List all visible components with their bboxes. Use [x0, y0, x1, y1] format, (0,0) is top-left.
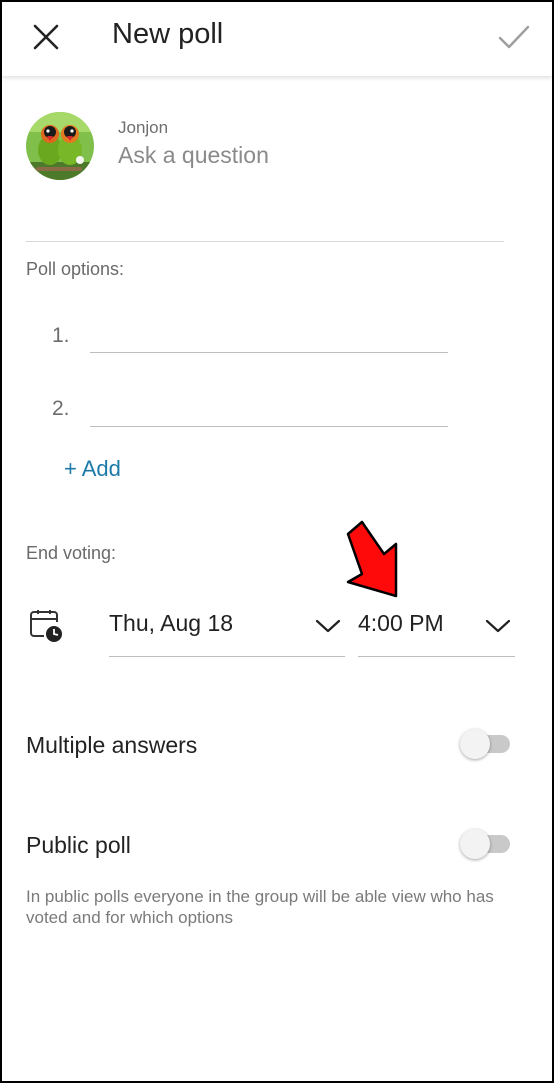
multiple-answers-toggle[interactable]	[460, 729, 512, 759]
public-poll-help-text: In public polls everyone in the group wi…	[26, 887, 494, 927]
annotation-arrow-icon	[346, 520, 398, 598]
screen: New poll Jonjon Poll options: 1. 2. + Ad…	[0, 0, 554, 1083]
avatar	[26, 112, 94, 180]
option-1-input[interactable]	[90, 322, 448, 353]
end-time-value: 4:00 PM	[358, 610, 444, 636]
toggle-thumb	[460, 729, 490, 759]
end-voting-label: End voting:	[26, 543, 117, 563]
end-time-dropdown[interactable]: 4:00 PM	[358, 600, 515, 657]
public-poll-label: Public poll	[26, 832, 131, 858]
end-date-value: Thu, Aug 18	[109, 610, 234, 636]
add-option-button[interactable]: + Add	[64, 456, 121, 482]
end-date-dropdown[interactable]: Thu, Aug 18	[109, 600, 345, 657]
option-2-input[interactable]	[90, 396, 448, 427]
top-app-bar: New poll	[2, 2, 552, 76]
check-icon[interactable]	[496, 20, 532, 54]
calendar-clock-icon	[30, 610, 62, 642]
chevron-down-icon	[485, 619, 511, 633]
toggle-thumb	[460, 829, 490, 859]
chevron-down-icon	[315, 619, 341, 633]
divider	[26, 241, 504, 242]
page-title: New poll	[112, 18, 224, 50]
multiple-answers-label: Multiple answers	[26, 732, 198, 758]
public-poll-toggle[interactable]	[460, 829, 512, 859]
close-icon[interactable]	[30, 21, 62, 53]
option-number: 2.	[52, 397, 70, 420]
poll-options-label: Poll options:	[26, 259, 125, 279]
author-name: Jonjon	[118, 118, 169, 137]
question-input[interactable]	[118, 142, 498, 169]
option-number: 1.	[52, 324, 70, 347]
